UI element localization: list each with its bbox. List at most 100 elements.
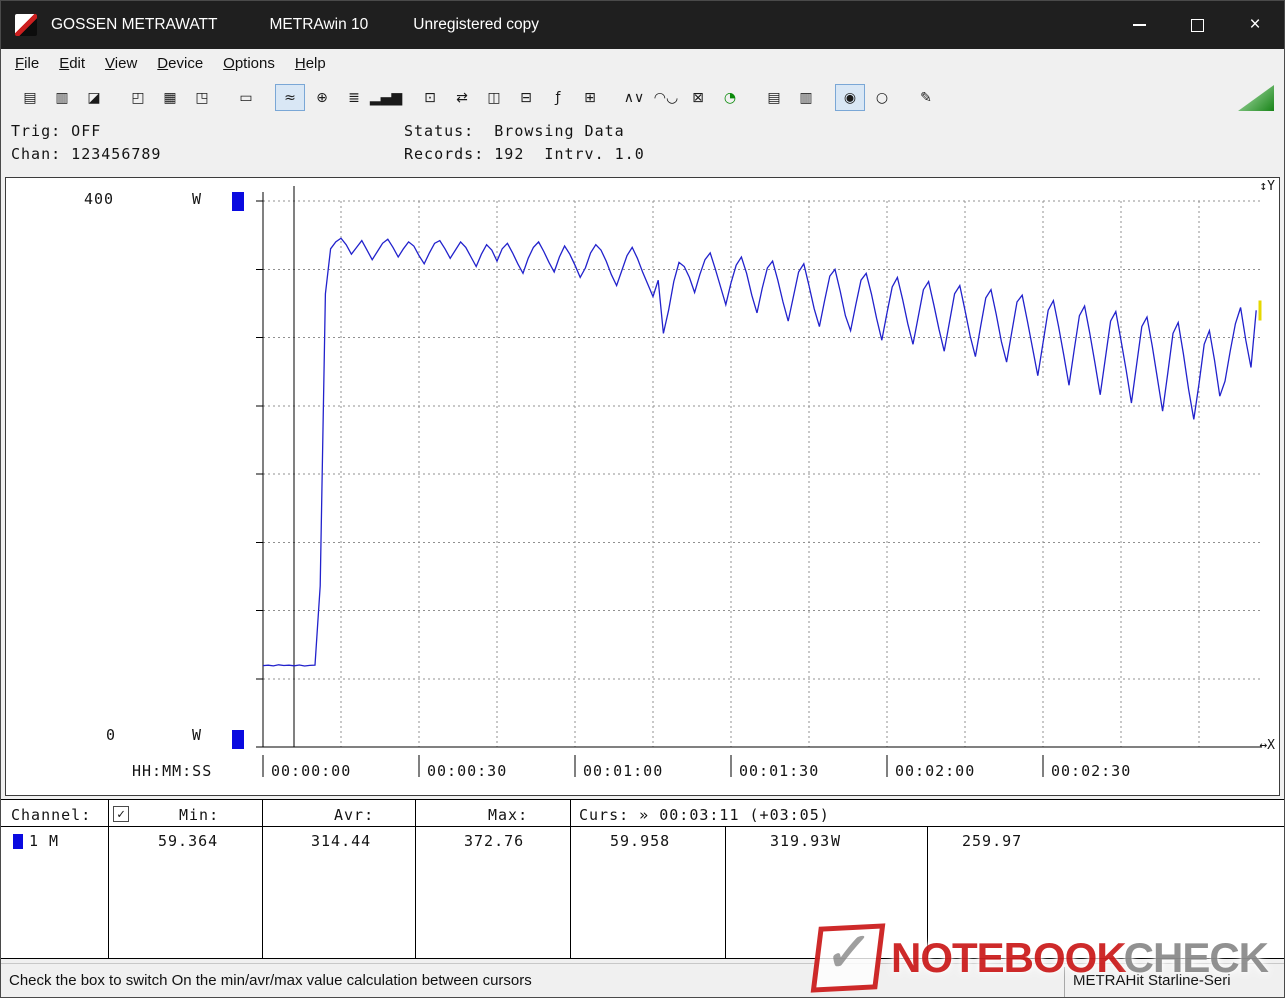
column-divider [415, 800, 416, 958]
metrawin-window: GOSSEN METRAWATT METRAwin 10 Unregistere… [0, 0, 1285, 998]
toolbar-groups: ▤▥◪◰▦◳▭≈⊕≣▂▄▆⊡⇄◫⊟ƒ⊞∧∨◠◡⊠◔▤▥◉○✎ [15, 84, 955, 111]
device-read-icon[interactable]: ◰ [123, 84, 153, 111]
toolbar-group: ▤▥◪ [15, 84, 109, 111]
chart-panel: 400 W 0 W HH:MM:SS ↕Y ↔X 00:00:00 00:00:3… [5, 177, 1280, 796]
column-divider [570, 800, 571, 958]
min-column-header: Min: [179, 806, 219, 824]
titlebar-vendor: GOSSEN METRAWATT [51, 16, 217, 34]
avr-column-header: Avr: [334, 806, 374, 824]
maximize-button[interactable] [1168, 1, 1226, 49]
header-divider [1, 826, 1284, 827]
print-icon[interactable]: ▤ [759, 84, 789, 111]
trig-status: Trig: OFF [11, 122, 101, 140]
multimeter-icon[interactable]: ◫ [479, 84, 509, 111]
table-view-icon[interactable]: ≣ [339, 84, 369, 111]
column-divider [262, 800, 263, 958]
min-value: 59.364 [158, 832, 218, 850]
envelope-curve-icon[interactable]: ◠◡ [651, 84, 681, 111]
menu-options[interactable]: Options [213, 50, 285, 78]
values-panel: Channel: ✓ Min: Avr: Max: Curs: » 00:03:… [1, 799, 1284, 959]
x-tick-label: 00:02:00 [895, 762, 975, 780]
menu-help[interactable]: Help [285, 50, 336, 78]
print-preview-icon[interactable]: ▥ [791, 84, 821, 111]
minimize-button[interactable] [1110, 1, 1168, 49]
menu-view[interactable]: View [95, 50, 147, 78]
toolbar-group: ✎ [911, 84, 941, 111]
status-panel: Trig: OFF Status: Browsing Data Chan: 12… [1, 116, 1284, 173]
clipboard-copy-icon[interactable]: ⊠ [683, 84, 713, 111]
channel-list: Chan: 123456789 [11, 145, 161, 163]
x-tick-label: 00:01:00 [583, 762, 663, 780]
status-indicator-triangle [1238, 85, 1274, 111]
maximize-icon [1191, 19, 1204, 32]
y-axis-zoom-handle[interactable]: ↕Y [1259, 179, 1275, 194]
toolbar-group: ◉○ [835, 84, 897, 111]
device-setup-icon[interactable]: ⊡ [415, 84, 445, 111]
minimize-icon [1133, 24, 1146, 26]
menu-edit[interactable]: Edit [49, 50, 95, 78]
minmax-calc-checkbox[interactable]: ✓ [113, 806, 129, 822]
channel-number: 1 [29, 832, 39, 850]
toolbar-group: ▤▥ [759, 84, 821, 111]
title-bar: GOSSEN METRAWATT METRAwin 10 Unregistere… [1, 1, 1284, 49]
device-write-icon[interactable]: ◳ [187, 84, 217, 111]
y-axis-min-label: 0 [106, 726, 116, 744]
titlebar-app-name: METRAwin 10 [269, 16, 368, 34]
menu-file[interactable]: File [5, 50, 49, 78]
browse-status: Status: Browsing Data [404, 122, 625, 140]
zoom-mode-icon[interactable]: ◉ [835, 84, 865, 111]
save-config-icon[interactable]: ▥ [47, 84, 77, 111]
close-button[interactable]: × [1226, 1, 1284, 49]
column-divider [725, 827, 726, 958]
channel1-axis-marker-bottom [232, 730, 244, 749]
app-logo-icon [15, 14, 37, 36]
annotation-icon[interactable]: ✎ [911, 84, 941, 111]
status-bar: Check the box to switch On the min/avr/m… [1, 963, 1284, 998]
x-tick-label: 00:01:30 [739, 762, 819, 780]
titlebar-license-status: Unregistered copy [413, 16, 539, 34]
keyboard-entry-icon[interactable]: ▭ [231, 84, 261, 111]
save-data-icon[interactable]: ▤ [15, 84, 45, 111]
minmax-curve-icon[interactable]: ∧∨ [619, 84, 649, 111]
y-axis-max-label: 400 [84, 190, 114, 208]
menu-device[interactable]: Device [147, 50, 213, 78]
yt-chart-icon[interactable]: ≈ [275, 84, 305, 111]
channel-column-header: Channel: [11, 806, 91, 824]
avr-value: 314.44 [311, 832, 371, 850]
cursor-column-header: Curs: » 00:03:11 (+03:05) [579, 806, 830, 824]
x-axis-format-label: HH:MM:SS [132, 762, 212, 780]
value-display-icon[interactable]: ⊞ [575, 84, 605, 111]
xy-chart-icon[interactable]: ⊕ [307, 84, 337, 111]
x-axis-zoom-handle[interactable]: ↔X [1259, 738, 1275, 753]
column-divider [108, 800, 109, 958]
toolbar-group: ≈⊕≣▂▄▆ [275, 84, 401, 111]
memory-card-icon[interactable]: ▦ [155, 84, 185, 111]
y-axis-unit-top: W [192, 190, 202, 208]
data-transfer-icon[interactable]: ⇄ [447, 84, 477, 111]
records-interval: Records: 192 Intrv. 1.0 [404, 145, 645, 163]
function-icon[interactable]: ƒ [543, 84, 573, 111]
x-tick-label: 00:00:30 [427, 762, 507, 780]
value-unit: W [831, 832, 841, 850]
toolbar-group: ⊡⇄◫⊟ƒ⊞ [415, 84, 605, 111]
histogram-icon[interactable]: ▂▄▆ [371, 84, 401, 111]
cursor2-value: 319.93 [770, 832, 830, 850]
x-tick-label: 00:02:30 [1051, 762, 1131, 780]
cursor-delta-value: 259.97 [962, 832, 1022, 850]
max-value: 372.76 [464, 832, 524, 850]
channel-mode: M [49, 832, 59, 850]
power-trace [263, 238, 1256, 666]
connected-device-name: METRAHit Starline-Seri [1073, 964, 1231, 998]
toolbar-group: ∧∨◠◡⊠◔ [619, 84, 745, 111]
monitor-icon[interactable]: ⊟ [511, 84, 541, 111]
toolbar-group: ◰▦◳ [123, 84, 217, 111]
menu-bar: FileEditViewDeviceOptionsHelp [1, 49, 1284, 79]
zoom-reset-icon[interactable]: ○ [867, 84, 897, 111]
max-column-header: Max: [488, 806, 528, 824]
y-axis-unit-bottom: W [192, 726, 202, 744]
open-file-icon[interactable]: ◪ [79, 84, 109, 111]
chart-canvas[interactable] [6, 178, 1280, 795]
x-tick-label: 00:00:00 [271, 762, 351, 780]
statusbar-divider [1064, 967, 1065, 997]
timer-icon[interactable]: ◔ [715, 84, 745, 111]
